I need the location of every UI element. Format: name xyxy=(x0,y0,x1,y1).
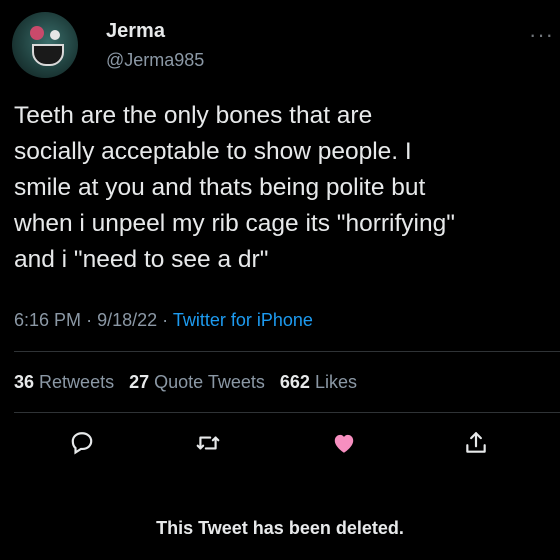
retweets-stat[interactable]: 36 Retweets xyxy=(14,372,114,392)
retweets-label: Retweets xyxy=(39,372,115,392)
more-options-icon[interactable]: ··· xyxy=(529,22,554,48)
meta-separator: · xyxy=(162,310,173,330)
tweet-source[interactable]: Twitter for iPhone xyxy=(173,310,313,330)
avatar-eye xyxy=(50,30,60,40)
tweet-meta: 6:16 PM · 9/18/22 · Twitter for iPhone xyxy=(14,310,313,331)
meta-separator: · xyxy=(86,310,98,330)
author-name[interactable]: Jerma xyxy=(106,20,165,43)
deleted-notice: This Tweet has been deleted. xyxy=(156,518,404,538)
like-icon[interactable] xyxy=(326,425,362,461)
tweet-time[interactable]: 6:16 PM xyxy=(14,310,81,330)
quote-label: Quote Tweets xyxy=(154,372,265,392)
reply-icon[interactable] xyxy=(64,425,100,461)
quote-tweets-stat[interactable]: 27 Quote Tweets xyxy=(129,372,265,392)
retweet-icon[interactable] xyxy=(190,425,226,461)
tweet-header: Jerma @Jerma985 ··· xyxy=(12,12,553,82)
tweet-stats: 36 Retweets 27 Quote Tweets 662 Likes xyxy=(14,372,357,393)
avatar[interactable] xyxy=(12,12,78,78)
avatar-eye xyxy=(30,26,44,40)
avatar-mouth xyxy=(32,44,64,66)
likes-count: 662 xyxy=(279,372,310,392)
quote-count: 27 xyxy=(129,372,150,392)
author-handle[interactable]: @Jerma985 xyxy=(106,50,204,71)
likes-label: Likes xyxy=(314,372,357,392)
share-icon[interactable] xyxy=(458,425,494,461)
action-bar xyxy=(0,425,560,465)
likes-stat[interactable]: 662 Likes xyxy=(280,372,357,392)
tweet-date[interactable]: 9/18/22 xyxy=(97,310,157,330)
retweets-count: 36 xyxy=(14,372,35,392)
divider xyxy=(14,412,560,413)
tweet-text: Teeth are the only bones that are social… xyxy=(14,102,455,273)
divider xyxy=(14,351,560,352)
